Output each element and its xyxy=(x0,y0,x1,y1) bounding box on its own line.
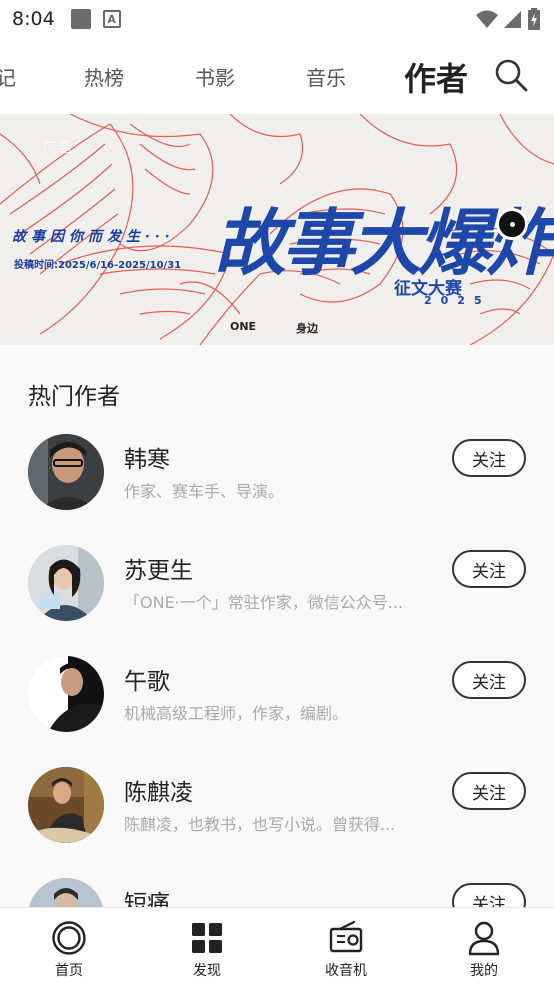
section-title: 热门作者 xyxy=(28,384,120,410)
nav-me[interactable]: 我的 xyxy=(444,920,524,980)
avatar[interactable] xyxy=(28,434,104,510)
list-item[interactable]: 午歌 机械高级工程师，作家，编剧。 关注 xyxy=(0,656,554,756)
home-circle-icon xyxy=(52,921,86,955)
person-icon xyxy=(468,921,500,956)
avatar[interactable] xyxy=(28,545,104,621)
author-desc: 陈麒凌，也教书，也写小说。曾获得... xyxy=(124,815,396,834)
nav-home[interactable]: 首页 xyxy=(29,920,109,980)
top-nav: 记 热榜 书影 音乐 作者 xyxy=(0,38,554,114)
avatar[interactable] xyxy=(28,656,104,732)
list-item[interactable]: 陈麒凌 陈麒凌，也教书，也写小说。曾获得... 关注 xyxy=(0,767,554,867)
radio-icon xyxy=(329,920,363,953)
authors-section: 热门作者 韩寒 作家、赛车手、导演。 关注 苏更生 「ONE·一个」常驻作家，微… xyxy=(0,345,554,907)
author-desc: 「ONE·一个」常驻作家，微信公众号... xyxy=(124,593,404,612)
author-desc: 作家、赛车手、导演。 xyxy=(124,482,285,501)
nav-discover-label: 发现 xyxy=(193,963,221,979)
status-bar: 8:04 A xyxy=(0,0,554,38)
follow-button[interactable]: 关注 xyxy=(452,883,526,907)
author-name[interactable]: 苏更生 xyxy=(124,551,193,585)
list-item[interactable]: 短痛 关注 xyxy=(0,878,554,907)
follow-button[interactable]: 关注 xyxy=(452,661,526,699)
nav-radio[interactable]: 收音机 xyxy=(306,920,386,980)
nav-me-label: 我的 xyxy=(470,963,498,979)
nav-radio-label: 收音机 xyxy=(325,963,367,979)
grid-icon xyxy=(192,923,222,953)
tab-books-films[interactable]: 书影 xyxy=(195,62,235,91)
avatar[interactable] xyxy=(28,878,104,907)
avatar[interactable] xyxy=(28,767,104,843)
banner-tagline: 故事因你而发生··· xyxy=(12,229,175,245)
nav-discover[interactable]: 发现 xyxy=(167,920,247,980)
author-desc: 机械高级工程师，作家，编剧。 xyxy=(124,704,349,723)
banner-dates: 投稿时间:2025/6/16-2025/10/31 xyxy=(14,260,182,271)
signal-icon xyxy=(504,11,521,28)
author-name[interactable]: 陈麒凌 xyxy=(124,773,193,807)
tab-music[interactable]: 音乐 xyxy=(306,62,346,91)
author-name[interactable]: 午歌 xyxy=(124,662,170,696)
bottom-nav: 首页 发现 收音机 我的 xyxy=(0,907,554,985)
status-indicators xyxy=(476,8,540,30)
list-item[interactable]: 韩寒 作家、赛车手、导演。 关注 xyxy=(0,434,554,534)
notification-a-icon: A xyxy=(102,10,121,28)
follow-button[interactable]: 关注 xyxy=(452,439,526,477)
nav-home-label: 首页 xyxy=(55,963,83,979)
tab-diary[interactable]: 记 xyxy=(0,62,16,91)
tab-authors[interactable]: 作者 xyxy=(404,54,468,100)
status-time: 8:04 xyxy=(12,8,55,30)
banner-year: 2025 xyxy=(424,294,491,307)
shenbian-logo: 身边 xyxy=(296,322,318,335)
search-icon[interactable] xyxy=(494,58,528,92)
wifi-icon xyxy=(476,10,498,28)
follow-button[interactable]: 关注 xyxy=(452,550,526,588)
list-item[interactable]: 苏更生 「ONE·一个」常驻作家，微信公众号... 关注 xyxy=(0,545,554,645)
author-name[interactable]: 韩寒 xyxy=(124,440,170,474)
ad-banner[interactable]: 广告 故事因你而发生··· 投稿时间:2025/6/16-2025/10/31 … xyxy=(0,114,554,345)
tab-hot[interactable]: 热榜 xyxy=(84,62,124,91)
follow-button[interactable]: 关注 xyxy=(452,772,526,810)
one-logo: ONE xyxy=(230,320,257,333)
ad-label: 广告 xyxy=(42,138,75,156)
record-dot-icon xyxy=(496,208,528,240)
author-name[interactable]: 短痛 xyxy=(124,884,170,907)
battery-icon xyxy=(528,8,540,30)
notification-icon xyxy=(70,9,91,29)
